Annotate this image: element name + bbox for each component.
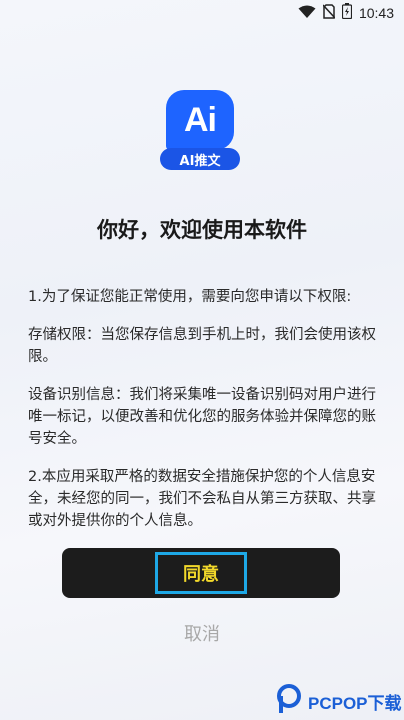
paragraph-4: 2.本应用采取严格的数据安全措施保护您的个人信息安全，未经您的同一，我们不会私自… [28,469,376,529]
agree-button-highlight: 同意 [155,552,247,594]
wifi-icon [298,4,316,23]
cancel-button[interactable]: 取消 [0,620,404,646]
paragraph-1: 1.为了保证您能正常使用，需要向您申请以下权限: [28,289,352,305]
agree-button[interactable]: 同意 [62,548,340,598]
pcpop-logo-icon [276,684,302,718]
logo-mark-text: Ai [184,100,217,139]
paragraph-3: 设备识别信息：我们将采集唯一设备识别码对用户进行唯一标记，以便改善和优化您的服务… [28,387,376,447]
paragraph-2: 存储权限：当您保存信息到手机上时，我们会使用该权限。 [28,327,376,365]
permission-text: 1.为了保证您能正常使用，需要向您申请以下权限: 存储权限：当您保存信息到手机上… [28,286,380,548]
watermark: PCPOP下载 [276,684,402,718]
logo-label: AI推文 [160,148,240,170]
watermark-text: PCPOP下载 [308,693,402,713]
agree-button-label: 同意 [183,564,219,585]
dialog-title: 你好，欢迎使用本软件 [97,218,307,242]
status-time: 10:43 [358,5,394,21]
sim-off-icon [322,3,336,23]
battery-charging-icon [341,3,353,23]
logo-mark: Ai [166,90,234,150]
status-bar: 10:43 [0,0,404,26]
app-logo: Ai AI推文 [160,90,240,172]
